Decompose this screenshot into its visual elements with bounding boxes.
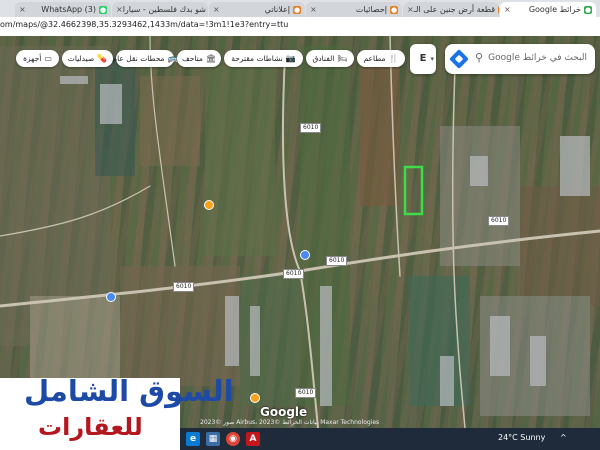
tab-label: إحصائيات: [355, 5, 387, 14]
tab-ads[interactable]: ● إعلاناتي ×: [209, 2, 305, 17]
category-chips: 🍴 مطاعم 🛏 الفنادق 📷 نشاطات مقترحة 🏛 متاح…: [12, 50, 408, 70]
map-pin-icon[interactable]: [250, 393, 260, 403]
activities-icon: 📷: [285, 54, 296, 63]
chip-activities[interactable]: 📷 نشاطات مقترحة: [224, 50, 303, 67]
chip-label: نشاطات مقترحة: [231, 54, 283, 63]
chevron-down-icon: ▾: [430, 55, 434, 63]
search-placeholder: البحث في خرائط Google: [488, 53, 587, 63]
road-label: 6010: [488, 216, 510, 226]
tab-stats[interactable]: ● إحصائيات ×: [306, 2, 402, 17]
chip-label: مطاعم: [363, 54, 386, 63]
taskbar: e ▦ ◉ A 24°C Sunny ^: [180, 428, 600, 450]
map-imagery: [0, 36, 600, 428]
close-icon[interactable]: ×: [310, 5, 317, 14]
chip-label: محطات نقل عام: [112, 54, 165, 63]
chip-label: صيدليات: [67, 54, 95, 63]
address-bar[interactable]: om/maps/@32.4662398,35.3293462,1433m/dat…: [0, 17, 600, 37]
close-icon[interactable]: ×: [504, 5, 511, 14]
transit-icon: 🚌: [167, 54, 178, 63]
map-attribution: صور ©2023 Airbus، بيانات الخرائط ©2023 M…: [200, 419, 380, 426]
road-label: 6010: [283, 269, 305, 279]
chip-pharmacies[interactable]: 💊 صيدليات: [62, 50, 113, 67]
edge-icon[interactable]: e: [186, 432, 200, 446]
weather-widget[interactable]: 24°C Sunny: [498, 433, 545, 442]
search-input[interactable]: البحث في خرائط Google ⚲: [445, 44, 595, 74]
ads-icon: ●: [293, 5, 301, 14]
road-label: 6010: [173, 282, 195, 292]
chip-atms[interactable]: ▭ أجهزة: [16, 50, 59, 67]
close-icon[interactable]: ×: [19, 5, 26, 14]
close-icon[interactable]: ×: [116, 5, 123, 14]
road-label: 6010: [300, 123, 322, 133]
chip-restaurants[interactable]: 🍴 مطاعم: [357, 50, 405, 67]
chip-museums[interactable]: 🏛 متاحف: [177, 50, 221, 67]
hotel-icon: 🛏: [337, 54, 348, 63]
chip-transit[interactable]: 🚌 محطات نقل عام: [112, 50, 178, 67]
tab-site[interactable]: ● شو بدك فلسطين - سيارا ×: [112, 2, 208, 17]
pharmacy-icon: 💊: [97, 54, 108, 63]
museum-icon: 🏛: [205, 54, 217, 63]
chip-label: أجهزة: [23, 54, 42, 63]
satellite-map[interactable]: 6010 6010 6010 6010 6010 6010: [0, 36, 600, 428]
parcel-outline: [403, 165, 424, 216]
restaurant-icon: 🍴: [388, 54, 399, 63]
tray-expand-icon[interactable]: ^: [560, 433, 567, 442]
keyboard-label: E: [419, 53, 427, 64]
chrome-icon[interactable]: ◉: [226, 432, 240, 446]
tab-whatsapp[interactable]: ● (3) WhatsApp ×: [15, 2, 111, 17]
close-icon[interactable]: ×: [407, 5, 414, 14]
map-pin-icon[interactable]: [106, 292, 116, 302]
tab-google-maps[interactable]: ● خرائط Google ×: [500, 2, 596, 17]
tab-listing[interactable]: ● قطعة أرض جنين على الـ ×: [403, 2, 499, 17]
tab-label: قطعة أرض جنين على الـ: [413, 5, 496, 14]
map-pin-icon[interactable]: [300, 250, 310, 260]
stats-icon: ●: [390, 5, 398, 14]
listing-site-icon: ●: [498, 5, 499, 14]
watermark-line2: للعقارات: [38, 413, 143, 441]
tab-label: شو بدك فلسطين - سيارا: [122, 5, 206, 14]
tab-label: خرائط Google: [528, 5, 581, 14]
directions-icon[interactable]: [449, 49, 469, 69]
whatsapp-icon: ●: [99, 5, 107, 14]
search-icon[interactable]: ⚲: [475, 51, 483, 64]
watermark-line1: السوق الشامل: [24, 374, 234, 408]
chip-label: الفنادق: [312, 54, 335, 63]
store-icon[interactable]: ▦: [206, 432, 220, 446]
acrobat-icon[interactable]: A: [246, 432, 260, 446]
atm-icon: ▭: [44, 54, 52, 63]
google-maps-icon: ●: [584, 5, 592, 14]
map-pin-icon[interactable]: [204, 200, 214, 210]
input-tools-button[interactable]: E ▾: [410, 44, 436, 74]
close-icon[interactable]: ×: [213, 5, 220, 14]
watermark: السوق الشامل للعقارات: [0, 374, 234, 450]
tab-label: إعلاناتي: [264, 5, 290, 14]
tab-bar: ● خرائط Google × ● قطعة أرض جنين على الـ…: [0, 0, 600, 17]
road-label: 6010: [295, 388, 317, 398]
road-label: 6010: [326, 256, 348, 266]
url-text[interactable]: om/maps/@32.4662398,35.3293462,1433m/dat…: [0, 20, 288, 29]
chip-hotels[interactable]: 🛏 الفنادق: [306, 50, 354, 67]
tab-label: (3) WhatsApp: [41, 5, 96, 14]
chip-label: متاحف: [181, 54, 203, 63]
google-logo: Google: [260, 405, 308, 419]
